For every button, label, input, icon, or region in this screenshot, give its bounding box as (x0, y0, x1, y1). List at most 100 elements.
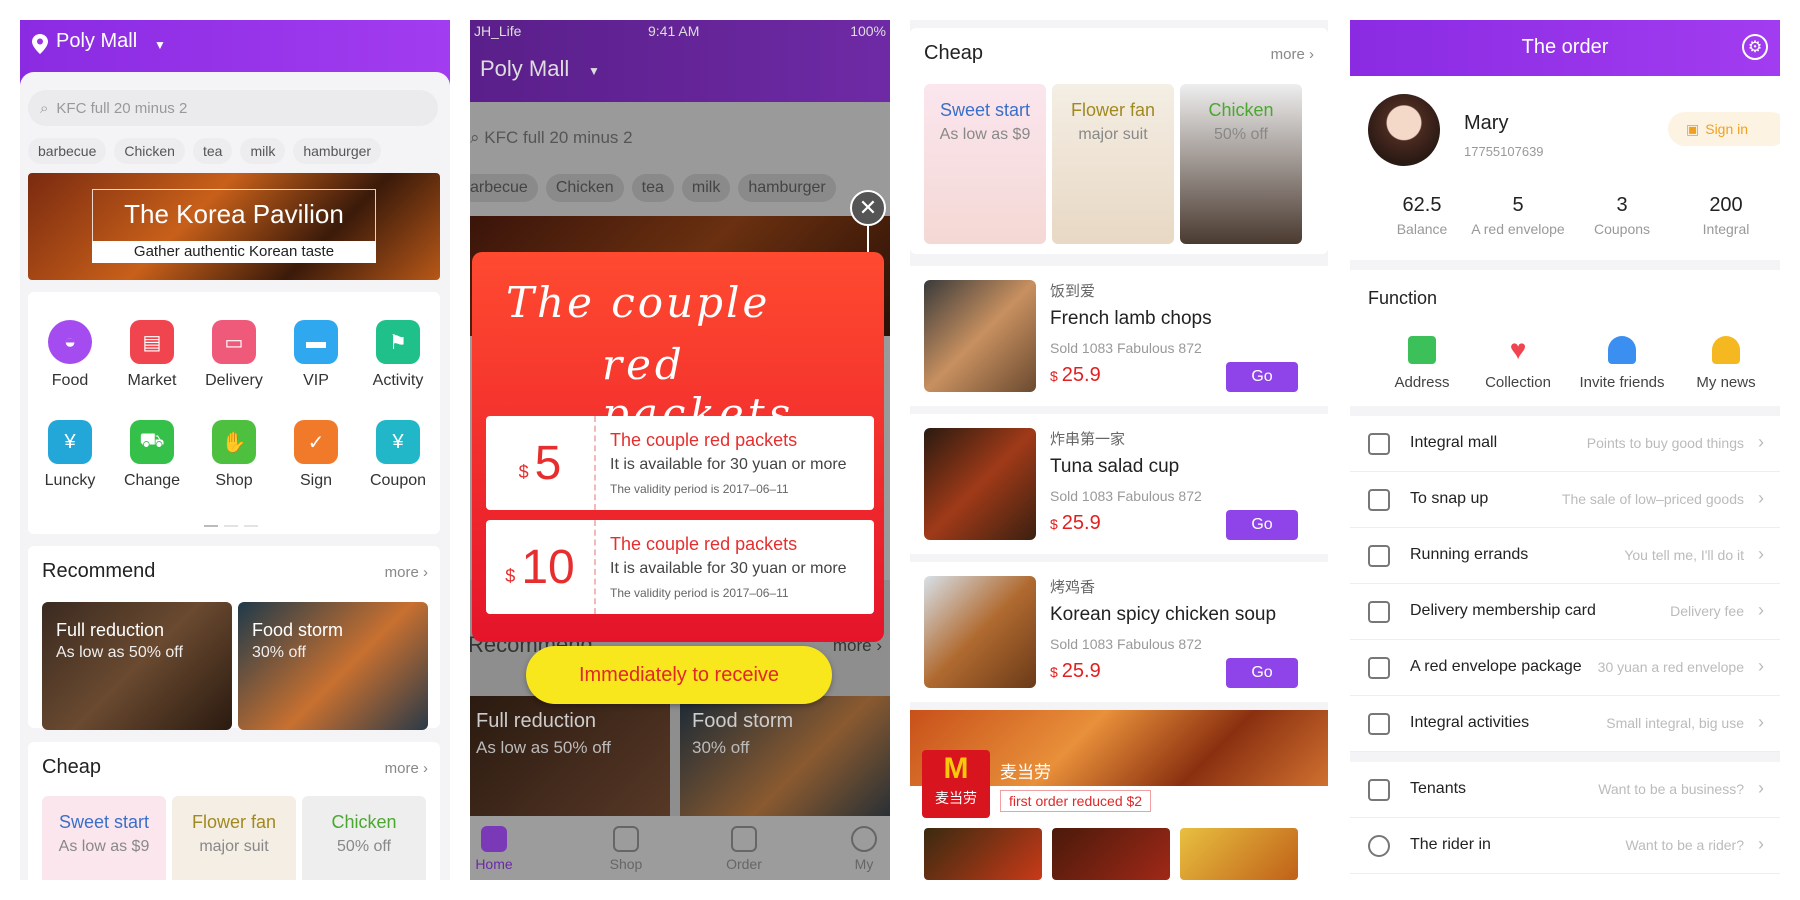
menu-row-membership-card[interactable]: Delivery membership card Delivery fee › (1350, 584, 1780, 640)
go-button[interactable]: Go (1226, 362, 1298, 392)
section-title: Function (1368, 288, 1438, 308)
chip[interactable]: hamburger (293, 138, 382, 164)
store-dish-image (1180, 828, 1298, 880)
cheap-section: Cheap more › Sweet start As low as $9 Fl… (28, 742, 440, 880)
chip[interactable]: tea (631, 174, 674, 202)
recommend-tile[interactable]: Food storm 30% off (238, 602, 428, 730)
close-icon[interactable]: ✕ (850, 190, 886, 226)
menu-row-errands[interactable]: Running errands You tell me, I'll do it › (1350, 528, 1780, 584)
location-label[interactable]: Poly Mall (56, 30, 137, 53)
red-packet-coupon[interactable]: $5 The couple red packets It is availabl… (486, 416, 874, 510)
stat-red-envelope[interactable]: 5A red envelope (1468, 194, 1568, 237)
grid-item-coupon[interactable]: ¥ Coupon (358, 420, 438, 490)
grid-item-market[interactable]: ▤ Market (112, 320, 192, 390)
cheap-tile[interactable]: Chicken 50% off (1180, 84, 1302, 244)
grid-item-delivery[interactable]: ▭ Delivery (194, 320, 274, 390)
search-icon: ⌕ (40, 99, 49, 117)
grid-label: Market (127, 372, 177, 389)
gear-icon[interactable]: ⚙ (1742, 34, 1768, 60)
avatar[interactable] (1368, 94, 1440, 166)
food-item[interactable]: 炸串第一家 Tuna salad cup Sold 1083 Fabulous … (910, 414, 1328, 554)
tab-home[interactable]: Home (470, 826, 544, 872)
cheap-tile[interactable]: Flower fan major suit (1052, 84, 1174, 244)
menu-row-tenants[interactable]: Tenants Want to be a business? › (1350, 762, 1780, 818)
coupon-validity: The validity period is 2017–06–11 (610, 586, 789, 600)
box-icon: ▭ (212, 320, 256, 364)
chip[interactable]: milk (240, 138, 286, 164)
recommend-tile[interactable]: Food storm 30% off (680, 696, 890, 836)
grid-label: VIP (303, 372, 329, 389)
grid-item-change[interactable]: ⛟ Change (112, 420, 192, 490)
grid-label: Sign (299, 472, 333, 489)
food-price: $25.9 (1050, 660, 1101, 682)
location-pin-icon (1408, 336, 1436, 364)
chip[interactable]: Chicken (114, 138, 185, 164)
menu-row-integral-activities[interactable]: Integral activities Small integral, big u… (1350, 696, 1780, 752)
chevron-down-icon[interactable]: ▼ (154, 38, 166, 52)
menu-row-red-envelope[interactable]: A red envelope package 30 yuan a red enve… (1350, 640, 1780, 696)
location-label[interactable]: Poly Mall (480, 56, 569, 82)
chip-list: arbecue Chicken tea milk hamburger (470, 174, 844, 202)
chip[interactable]: tea (192, 138, 233, 164)
status-carrier: JH_Life (474, 23, 522, 39)
function-invite[interactable]: Invite friends (1572, 336, 1672, 391)
more-link[interactable]: more › (1271, 46, 1314, 63)
function-address[interactable]: Address (1372, 336, 1472, 391)
grid-item-sign[interactable]: ✓ Sign (276, 420, 356, 490)
cheap-tile[interactable]: Sweet start As low as $9 (924, 84, 1046, 244)
banner-title: The Korea Pavilion (124, 199, 344, 229)
stat-balance[interactable]: 62.5 Balance (1372, 194, 1472, 237)
go-button[interactable]: Go (1226, 658, 1298, 688)
grid-item-lucky[interactable]: ¥ Luncky (30, 420, 110, 490)
chip[interactable]: Chicken (545, 174, 624, 202)
more-link[interactable]: more › (385, 564, 428, 581)
stat-coupons[interactable]: 3 Coupons (1572, 194, 1672, 237)
page-indicator (204, 514, 264, 527)
cart-icon (613, 826, 639, 852)
cheap-tile[interactable]: Sweet start As low as $9 (42, 796, 166, 880)
grid-item-activity[interactable]: ⚑ Activity (358, 320, 438, 390)
coupon-icon: ¥ (376, 420, 420, 464)
chip[interactable]: milk (681, 174, 731, 202)
search-input[interactable]: ⌕ KFC full 20 minus 2 (28, 90, 438, 126)
store-card[interactable]: M 麦当劳 麦当劳 first order reduced $2 (910, 710, 1328, 880)
more-link[interactable]: more › (385, 760, 428, 777)
tab-shop[interactable]: Shop (576, 826, 676, 872)
menu-row-snap-up[interactable]: To snap up The sale of low–priced goods › (1350, 472, 1780, 528)
tab-my[interactable]: My (814, 826, 890, 872)
cheap-tile[interactable]: Flower fan major suit (172, 796, 296, 880)
food-image (924, 576, 1036, 688)
grid-item-shop[interactable]: ✋ Shop (194, 420, 274, 490)
grid-item-vip[interactable]: ▬ VIP (276, 320, 356, 390)
recommend-tile[interactable]: Full reduction As low as 50% off (470, 696, 670, 836)
chip[interactable]: arbecue (470, 174, 538, 202)
sign-in-button[interactable]: ▣ Sign in (1668, 112, 1780, 146)
stat-integral[interactable]: 200 Integral (1676, 194, 1776, 237)
go-button[interactable]: Go (1226, 510, 1298, 540)
rider-icon (1368, 835, 1390, 857)
receive-button[interactable]: Immediately to receive (526, 646, 832, 704)
food-name: Tuna salad cup (1050, 456, 1180, 477)
function-collection[interactable]: ♥ Collection (1468, 336, 1568, 392)
recommend-tile[interactable]: Full reduction As low as 50% off (42, 602, 232, 730)
food-image (924, 280, 1036, 392)
food-item[interactable]: 烤鸡香 Korean spicy chicken soup Sold 1083 … (910, 562, 1328, 702)
chevron-down-icon[interactable]: ▼ (588, 64, 600, 78)
food-item[interactable]: 饭到爱 French lamb chops Sold 1083 Fabulous… (910, 266, 1328, 406)
function-news[interactable]: My news (1676, 336, 1776, 391)
tab-bar: Home Shop Order My (470, 816, 890, 880)
red-packet-coupon[interactable]: $10 The couple red packets It is availab… (486, 520, 874, 614)
grid-item-food[interactable]: ◒ Food (30, 320, 110, 390)
food-price: $25.9 (1050, 512, 1101, 534)
section-title: Cheap (924, 42, 983, 64)
chip[interactable]: barbecue (28, 138, 107, 164)
popup-screen: JH_Life 9:41 AM 100% Poly Mall ▼ ⌕ KFC f… (470, 20, 890, 880)
cheap-tile[interactable]: Chicken 50% off (302, 796, 426, 880)
menu-row-rider[interactable]: The rider in Want to be a rider? › (1350, 818, 1780, 874)
chip[interactable]: hamburger (738, 174, 836, 202)
banner[interactable]: The Korea Pavilion Gather authentic Kore… (28, 173, 440, 280)
list-screen: Cheap more › Sweet start As low as $9 Fl… (910, 20, 1328, 880)
chevron-right-icon: › (1758, 600, 1764, 620)
tab-order[interactable]: Order (694, 826, 794, 872)
menu-row-integral-mall[interactable]: Integral mall Points to buy good things › (1350, 416, 1780, 472)
